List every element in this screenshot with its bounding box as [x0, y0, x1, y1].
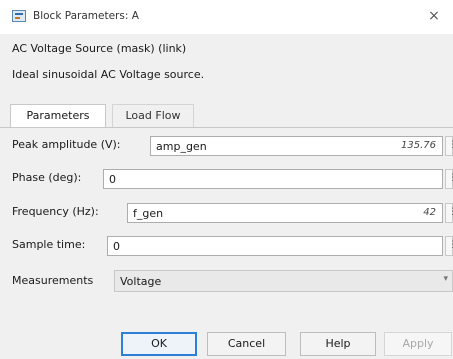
help-button[interactable]: Help	[300, 332, 376, 356]
measurements-label: Measurements	[12, 274, 94, 287]
vertical-dots-icon: ⋮	[448, 140, 453, 150]
sample-time-value: 0	[113, 240, 120, 253]
peak-amplitude-evaluated: 135.76	[401, 140, 436, 151]
cancel-button[interactable]: Cancel	[207, 332, 286, 356]
vertical-dots-icon: ⋮	[448, 240, 453, 250]
vertical-dots-icon: ⋮	[448, 207, 453, 217]
peak-amplitude-menu-button[interactable]: ⋮	[445, 136, 453, 156]
block-description: Ideal sinusoidal AC Voltage source.	[12, 68, 205, 81]
phase-input[interactable]: 0	[103, 169, 443, 189]
peak-amplitude-label: Peak amplitude (V):	[12, 138, 121, 151]
phase-menu-button[interactable]: ⋮	[445, 169, 453, 189]
frequency-input[interactable]: f_gen 42	[127, 203, 443, 223]
window-title: Block Parameters: A	[33, 10, 139, 22]
sample-time-input[interactable]: 0	[107, 236, 443, 256]
phase-label: Phase (deg):	[12, 171, 82, 184]
mask-title: AC Voltage Source (mask) (link)	[12, 42, 187, 55]
block-parameters-icon	[12, 10, 26, 22]
measurements-selected-value: Voltage	[120, 275, 162, 288]
frequency-label: Frequency (Hz):	[12, 205, 99, 218]
frequency-value: f_gen	[133, 207, 164, 220]
apply-button[interactable]: Apply	[384, 332, 452, 356]
chevron-down-icon: ▾	[443, 274, 448, 284]
frequency-evaluated: 42	[423, 207, 436, 218]
close-icon[interactable]: ×	[425, 6, 443, 26]
ok-button[interactable]: OK	[121, 332, 197, 356]
measurements-dropdown[interactable]: Voltage ▾	[114, 270, 453, 292]
frequency-menu-button[interactable]: ⋮	[445, 203, 453, 223]
sample-time-menu-button[interactable]: ⋮	[445, 236, 453, 256]
peak-amplitude-value: amp_gen	[156, 140, 207, 153]
tab-load-flow[interactable]: Load Flow	[112, 104, 194, 128]
title-bar: Block Parameters: A ×	[0, 0, 453, 34]
vertical-dots-icon: ⋮	[448, 173, 453, 183]
peak-amplitude-input[interactable]: amp_gen 135.76	[150, 136, 443, 156]
sample-time-label: Sample time:	[12, 238, 86, 251]
tab-parameters[interactable]: Parameters	[10, 104, 106, 128]
phase-value: 0	[109, 173, 116, 186]
